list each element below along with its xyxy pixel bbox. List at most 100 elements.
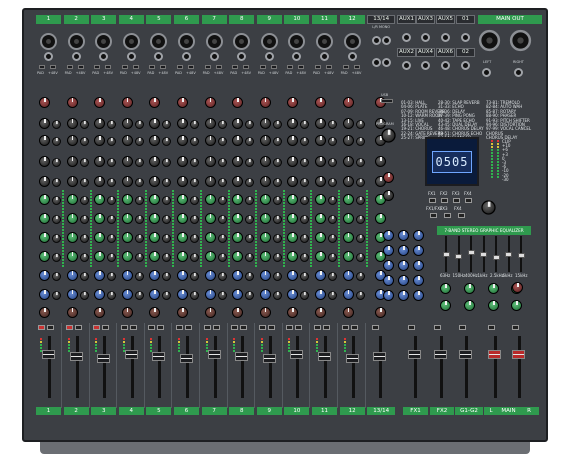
fx2-send-knob-b[interactable] bbox=[162, 291, 172, 300]
fx-return-knob[interactable] bbox=[383, 172, 394, 183]
fx-return-send-knob-b[interactable] bbox=[398, 260, 409, 271]
low-eq-knob[interactable] bbox=[39, 156, 50, 167]
comp-knob[interactable] bbox=[177, 176, 188, 187]
aux3-send-knob[interactable] bbox=[121, 232, 133, 243]
aux4-send-knob[interactable] bbox=[315, 251, 326, 262]
stereo-input-left-jack-2[interactable] bbox=[372, 58, 382, 67]
low-eq-knob[interactable] bbox=[149, 156, 161, 167]
aux3-send-knob-b[interactable] bbox=[272, 234, 282, 243]
stereo-mute-button[interactable] bbox=[372, 325, 380, 330]
aux2-send-knob[interactable] bbox=[204, 213, 216, 224]
pfl-button[interactable] bbox=[240, 325, 248, 330]
aux4-send-knob-b[interactable] bbox=[107, 253, 117, 262]
aux4-send-knob-b[interactable] bbox=[355, 253, 365, 262]
gain-knob[interactable] bbox=[149, 97, 161, 108]
phantom-switch[interactable] bbox=[353, 65, 360, 69]
gain-knob[interactable] bbox=[66, 97, 78, 108]
comp-knob-b[interactable] bbox=[217, 178, 227, 187]
comp-knob[interactable] bbox=[204, 176, 216, 187]
channel-fader[interactable] bbox=[345, 354, 359, 363]
fx1-send-knob[interactable] bbox=[342, 270, 354, 281]
aux-output-jack-2[interactable] bbox=[461, 61, 470, 70]
hi-eq-knob-b[interactable] bbox=[300, 120, 310, 129]
fx2-send-knob[interactable] bbox=[39, 289, 50, 300]
phantom-switch[interactable] bbox=[105, 65, 112, 69]
main-right-fader-button[interactable] bbox=[512, 325, 519, 330]
eq-band-slider[interactable] bbox=[492, 254, 500, 260]
aux1-send-knob[interactable] bbox=[287, 194, 299, 205]
phantom-switch[interactable] bbox=[243, 65, 250, 69]
pfl-button[interactable] bbox=[350, 325, 358, 330]
aux1-send-knob[interactable] bbox=[259, 194, 271, 205]
channel-fader[interactable] bbox=[42, 350, 55, 359]
fx1-send-knob[interactable] bbox=[287, 270, 299, 281]
aux3-send-knob[interactable] bbox=[94, 232, 106, 243]
channel-fader[interactable] bbox=[97, 354, 111, 363]
hi-eq-knob[interactable] bbox=[315, 118, 326, 129]
gain-knob[interactable] bbox=[232, 97, 244, 108]
comp-knob-b[interactable] bbox=[190, 178, 199, 187]
fx2-fader[interactable] bbox=[434, 350, 447, 359]
aux2-send-knob-b[interactable] bbox=[162, 215, 172, 224]
stereo-fader[interactable] bbox=[373, 352, 387, 361]
mute-button[interactable] bbox=[341, 325, 349, 330]
aux1-send-knob[interactable] bbox=[232, 194, 244, 205]
aux3-send-knob[interactable] bbox=[315, 232, 326, 243]
fx1-send-knob[interactable] bbox=[39, 270, 50, 281]
phantom-switch[interactable] bbox=[50, 65, 56, 69]
fx1-send-knob[interactable] bbox=[121, 270, 133, 281]
mid-eq-knob[interactable] bbox=[232, 135, 244, 146]
fx2-send-knob-b[interactable] bbox=[52, 291, 61, 300]
aux3-send-knob-b[interactable] bbox=[134, 234, 144, 243]
comp-knob-b[interactable] bbox=[300, 178, 310, 187]
mid-eq-knob[interactable] bbox=[342, 135, 354, 146]
aux4-send-knob[interactable] bbox=[94, 251, 106, 262]
aux1-send-knob-b[interactable] bbox=[355, 196, 365, 205]
eq-band-slider[interactable] bbox=[517, 253, 525, 259]
low-eq-knob-b[interactable] bbox=[272, 158, 282, 167]
aux2-send-knob-b[interactable] bbox=[134, 215, 144, 224]
mid-eq-knob[interactable] bbox=[287, 135, 299, 146]
hi-eq-knob-b[interactable] bbox=[217, 120, 227, 129]
hi-eq-knob-b[interactable] bbox=[272, 120, 282, 129]
mid-eq-knob-b[interactable] bbox=[300, 137, 310, 146]
fx1-send-knob-b[interactable] bbox=[328, 272, 337, 281]
fx2-send-knob-b[interactable] bbox=[107, 291, 117, 300]
pan-knob[interactable] bbox=[121, 307, 133, 318]
xlr-input-jack[interactable] bbox=[122, 33, 140, 50]
aux1-send-knob[interactable] bbox=[66, 194, 78, 205]
line-input-jack[interactable] bbox=[71, 52, 81, 61]
aux1-send-knob-b[interactable] bbox=[300, 196, 310, 205]
aux3-send-knob-b[interactable] bbox=[328, 234, 337, 243]
pad-switch[interactable] bbox=[94, 65, 101, 69]
aux1-send-knob[interactable] bbox=[39, 194, 50, 205]
comp-knob[interactable] bbox=[121, 176, 133, 187]
stereo-input-right-jack[interactable] bbox=[382, 36, 392, 45]
mid-eq-knob[interactable] bbox=[149, 135, 161, 146]
aux-master-knob[interactable] bbox=[440, 283, 451, 294]
fx2-send-knob-b[interactable] bbox=[272, 291, 282, 300]
aux3-send-knob-b[interactable] bbox=[79, 234, 89, 243]
fx1-send-knob-b[interactable] bbox=[272, 272, 282, 281]
line-input-jack[interactable] bbox=[182, 52, 191, 61]
aux-master-knob[interactable] bbox=[464, 300, 475, 311]
fx2-send-knob-b[interactable] bbox=[328, 291, 337, 300]
fx-return-send-knob-c[interactable] bbox=[413, 245, 424, 256]
fx-return-send-knob[interactable] bbox=[383, 245, 394, 256]
low-eq-knob-b[interactable] bbox=[245, 158, 255, 167]
low-eq-knob-b[interactable] bbox=[52, 158, 61, 167]
low-eq-knob-b[interactable] bbox=[355, 158, 365, 167]
aux-output-jack-2[interactable] bbox=[402, 61, 411, 70]
phantom-switch[interactable] bbox=[77, 65, 84, 69]
fx1-send-knob-b[interactable] bbox=[107, 272, 117, 281]
mid-eq-knob[interactable] bbox=[259, 135, 271, 146]
comp-knob[interactable] bbox=[149, 176, 161, 187]
hi-eq-knob[interactable] bbox=[259, 118, 271, 129]
fx2-send-knob[interactable] bbox=[232, 289, 244, 300]
hi-eq-knob-b[interactable] bbox=[134, 120, 144, 129]
fx-return-send-knob-b[interactable] bbox=[398, 290, 409, 301]
fx1-send-knob[interactable] bbox=[315, 270, 326, 281]
hi-eq-knob-b[interactable] bbox=[107, 120, 117, 129]
mid-eq-knob[interactable] bbox=[94, 135, 106, 146]
low-eq-knob-b[interactable] bbox=[300, 158, 310, 167]
